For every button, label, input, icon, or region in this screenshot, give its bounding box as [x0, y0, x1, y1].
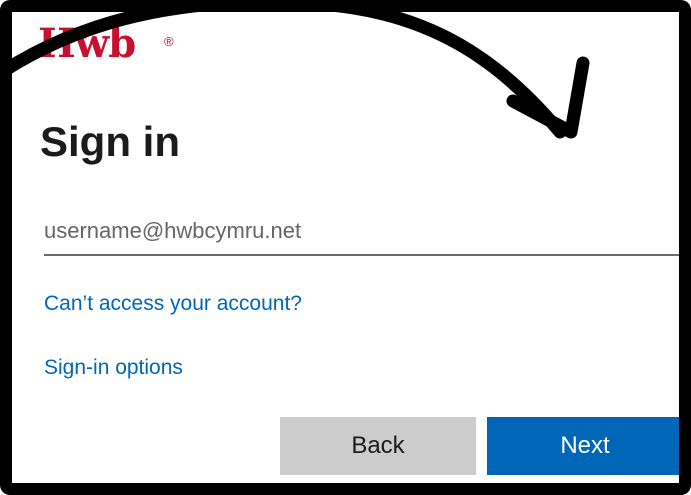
next-button[interactable]: Next [487, 417, 679, 475]
cant-access-account-link[interactable]: Can’t access your account? [44, 292, 302, 316]
registered-mark: ® [164, 34, 174, 49]
hwb-logo: Hwb [38, 20, 136, 67]
back-button[interactable]: Back [280, 417, 476, 475]
page-title: Sign in [40, 118, 180, 165]
signin-options-link[interactable]: Sign-in options [44, 356, 183, 380]
username-input[interactable] [44, 208, 679, 256]
signin-card: Hwb ® Sign in Can’t access your account?… [0, 0, 691, 495]
